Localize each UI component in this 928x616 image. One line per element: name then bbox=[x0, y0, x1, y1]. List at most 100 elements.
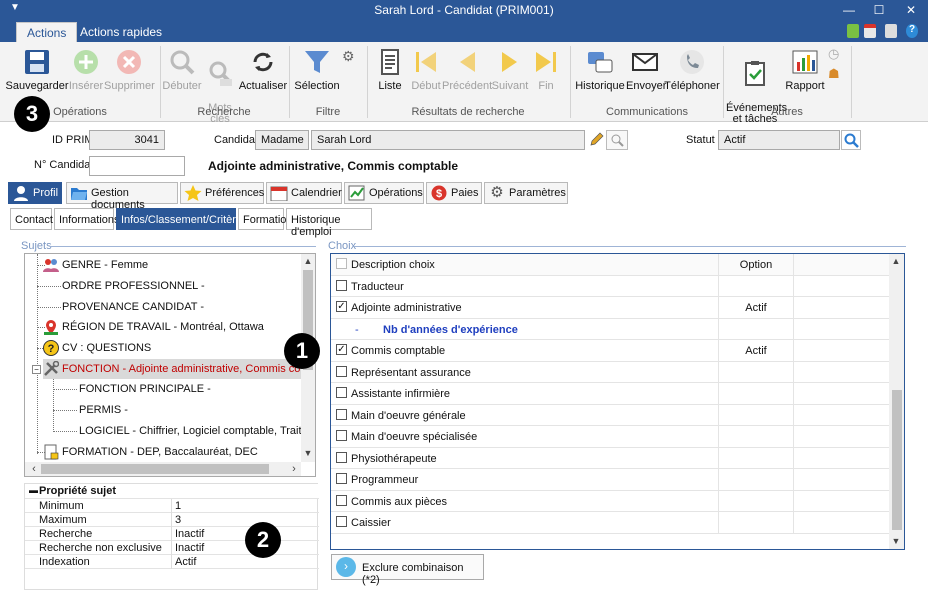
tab-profil[interactable]: Profil bbox=[8, 182, 62, 204]
selection-button[interactable]: Sélection bbox=[294, 46, 340, 92]
tab-calendrier[interactable]: Calendrier bbox=[266, 182, 342, 204]
report-button[interactable]: Rapport bbox=[784, 46, 826, 92]
status-field[interactable]: Actif bbox=[718, 130, 840, 150]
clock-icon[interactable]: ◷ bbox=[828, 46, 839, 62]
choice-row[interactable]: ✓ Adjointe administrative Actif bbox=[331, 297, 889, 319]
choice-row[interactable]: Main d'oeuvre spécialisée bbox=[331, 426, 889, 448]
choice-row[interactable]: Main d'oeuvre générale bbox=[331, 404, 889, 426]
scroll-left-icon[interactable]: ‹ bbox=[27, 463, 41, 475]
subtab-historique-emploi[interactable]: Historique d'emploi bbox=[286, 208, 372, 238]
tree-node-provenance[interactable]: PROVENANCE CANDIDAT - bbox=[62, 297, 204, 317]
choice-checkbox[interactable] bbox=[336, 279, 347, 291]
history-button[interactable]: Historique bbox=[574, 46, 626, 92]
candidate-number-label: N° Candidat bbox=[34, 159, 94, 171]
gear-icon[interactable]: ⚙ bbox=[342, 48, 355, 65]
choice-checkbox[interactable] bbox=[336, 451, 347, 463]
send-button[interactable]: Envoyer bbox=[626, 46, 666, 92]
choice-row[interactable]: ✓ Commis comptable Actif bbox=[331, 340, 889, 362]
choice-row[interactable]: Assistante infirmière bbox=[331, 383, 889, 405]
choice-checkbox[interactable] bbox=[336, 494, 347, 506]
first-button[interactable]: Début bbox=[408, 46, 444, 92]
grid-scroll-thumb[interactable] bbox=[892, 390, 902, 530]
previous-button[interactable]: Précédent bbox=[442, 46, 492, 92]
select-all-checkbox[interactable] bbox=[336, 258, 347, 269]
close-button[interactable]: ✕ bbox=[896, 0, 926, 20]
choice-row[interactable]: Caissier bbox=[331, 512, 889, 534]
person-icon[interactable]: ☗ bbox=[828, 66, 840, 82]
lookup-icon[interactable] bbox=[606, 130, 628, 150]
property-row[interactable]: Minimum 1 bbox=[25, 499, 319, 513]
collapse-toggle-icon[interactable]: − bbox=[32, 365, 41, 374]
insert-button[interactable]: Insérer bbox=[66, 46, 106, 92]
choice-row[interactable]: Représentant assurance bbox=[331, 361, 889, 383]
choice-row[interactable]: - Nb d'années d'expérience bbox=[331, 318, 889, 340]
collapse-icon[interactable]: ▬ bbox=[29, 485, 38, 495]
candidate-number-field[interactable] bbox=[89, 156, 185, 176]
choice-sub-label: Nb d'années d'expérience bbox=[383, 323, 518, 336]
tab-gestion-documents[interactable]: Gestion documents bbox=[66, 182, 178, 211]
tree-node-permis[interactable]: PERMIS - bbox=[79, 400, 128, 420]
subtab-informations[interactable]: Informations bbox=[54, 208, 120, 230]
tree-node-logiciel[interactable]: LOGICIEL - Chiffrier, Logiciel comptable… bbox=[79, 421, 315, 441]
minimize-button[interactable]: — bbox=[834, 0, 864, 20]
tree-hscroll-thumb[interactable] bbox=[41, 464, 269, 474]
subtab-contact[interactable]: Contact bbox=[10, 208, 53, 230]
salutation-field[interactable]: Madame bbox=[255, 130, 309, 150]
tree-node-region[interactable]: RÉGION DE TRAVAIL - Montréal, Ottawa bbox=[43, 317, 264, 337]
choice-checkbox[interactable] bbox=[336, 516, 347, 527]
choice-checkbox[interactable] bbox=[336, 430, 347, 441]
divider bbox=[50, 246, 316, 247]
tab-parametres[interactable]: ⚙ Paramètres bbox=[484, 182, 568, 204]
delete-button[interactable]: Supprimer bbox=[104, 46, 155, 92]
help-icon[interactable]: ? bbox=[906, 24, 918, 38]
choice-checkbox[interactable] bbox=[336, 387, 347, 398]
candidate-name-field[interactable]: Sarah Lord bbox=[311, 130, 585, 150]
title-bar: ▼ Sarah Lord - Candidat (PRIM001) — ☐ ✕ bbox=[0, 0, 928, 20]
exclude-combination-button[interactable]: › Exclure combinaison (*2) bbox=[331, 554, 484, 586]
start-search-button[interactable]: Débuter bbox=[162, 46, 202, 92]
scroll-down-icon[interactable]: ▼ bbox=[889, 536, 903, 546]
last-button[interactable]: Fin bbox=[528, 46, 564, 92]
scroll-up-icon[interactable]: ▲ bbox=[889, 256, 903, 266]
pencil-icon[interactable] bbox=[588, 132, 604, 148]
choice-checkbox[interactable]: ✓ bbox=[336, 344, 347, 355]
choice-row[interactable]: Traducteur bbox=[331, 275, 889, 297]
tree-node-formation[interactable]: FORMATION - DEP, Baccalauréat, DEC bbox=[43, 442, 258, 462]
tab-operations[interactable]: Opérations bbox=[344, 182, 424, 204]
choice-row[interactable]: Physiothérapeute bbox=[331, 447, 889, 469]
choice-option[interactable]: Actif bbox=[719, 302, 793, 314]
calendar-icon[interactable] bbox=[864, 24, 876, 38]
choice-checkbox[interactable]: ✓ bbox=[336, 301, 347, 312]
next-button[interactable]: Suivant bbox=[490, 46, 530, 92]
lock-icon[interactable] bbox=[885, 24, 897, 38]
maximize-button[interactable]: ☐ bbox=[864, 0, 894, 20]
choice-option[interactable]: Actif bbox=[719, 345, 793, 357]
tab-paies[interactable]: $ Paies bbox=[426, 182, 482, 204]
calculator-icon[interactable] bbox=[847, 24, 859, 38]
phone-button[interactable]: Téléphoner bbox=[664, 46, 720, 92]
subtab-formation[interactable]: Formation bbox=[238, 208, 293, 230]
save-button[interactable]: Sauvegarder bbox=[4, 46, 70, 92]
tab-preferences[interactable]: Préférences bbox=[180, 182, 264, 204]
property-row[interactable]: Maximum 3 bbox=[25, 513, 319, 527]
property-row[interactable]: Indexation Actif bbox=[25, 555, 319, 569]
tree-node-genre[interactable]: GENRE - Femme bbox=[43, 255, 148, 275]
scroll-down-icon[interactable]: ▼ bbox=[301, 448, 315, 458]
tree-node-fonction-principale[interactable]: FONCTION PRINCIPALE - bbox=[79, 379, 211, 399]
tree-node-cv[interactable]: ? CV : QUESTIONS bbox=[43, 338, 151, 358]
choice-checkbox[interactable] bbox=[336, 408, 347, 420]
list-button[interactable]: Liste bbox=[372, 46, 408, 92]
choice-checkbox[interactable] bbox=[336, 365, 347, 377]
ribbon-tab-quick-actions[interactable]: Actions rapides bbox=[70, 22, 172, 42]
search-icon[interactable] bbox=[841, 130, 861, 150]
scroll-right-icon[interactable]: › bbox=[287, 463, 301, 475]
refresh-button[interactable]: Actualiser bbox=[238, 46, 288, 92]
subtab-infos-classement[interactable]: Infos/Classement/Critères bbox=[116, 208, 248, 230]
ribbon-tab-actions[interactable]: Actions bbox=[16, 22, 78, 42]
choice-row[interactable]: Commis aux pièces bbox=[331, 490, 889, 512]
choice-checkbox[interactable] bbox=[336, 473, 347, 484]
tree-node-ordre[interactable]: ORDRE PROFESSIONNEL - bbox=[62, 276, 205, 296]
choice-row[interactable]: Programmeur bbox=[331, 469, 889, 491]
scroll-up-icon[interactable]: ▲ bbox=[301, 256, 315, 266]
tree-node-fonction[interactable]: FONCTION - Adjointe administrative, Comm… bbox=[43, 359, 315, 379]
